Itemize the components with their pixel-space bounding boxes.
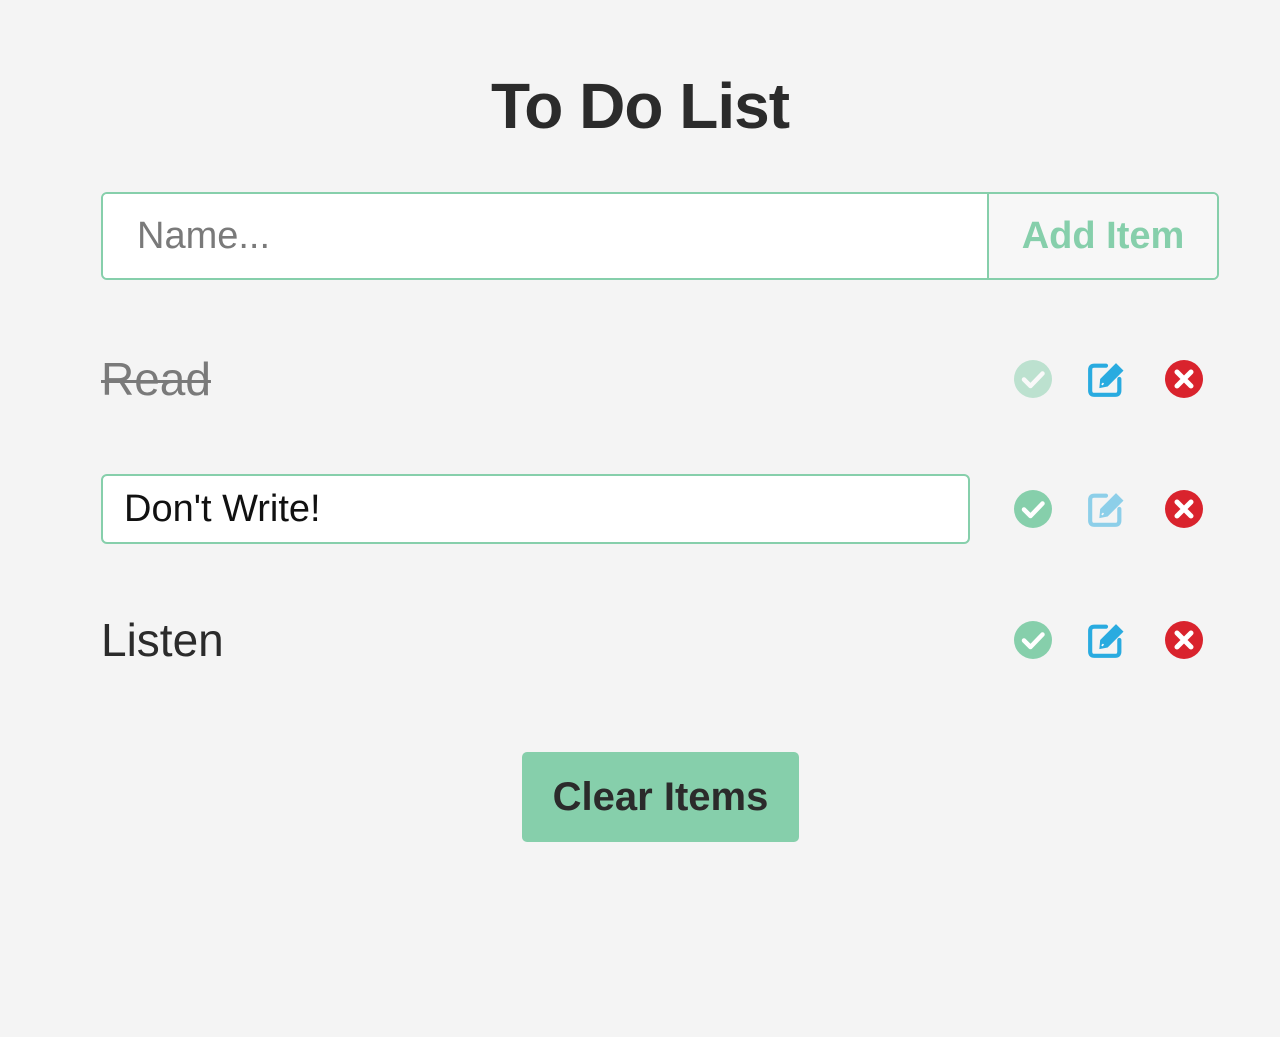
add-item-form: Add Item [101, 192, 1219, 280]
close-circle-icon[interactable] [1164, 489, 1204, 529]
clear-items-button[interactable]: Clear Items [522, 752, 799, 842]
todo-item-write [101, 469, 1221, 549]
edit-icon[interactable] [1086, 489, 1126, 529]
todo-item-read: Read [101, 339, 1221, 419]
close-circle-icon[interactable] [1164, 620, 1204, 660]
item-edit-input[interactable] [101, 474, 970, 544]
todo-item-listen: Listen [101, 600, 1221, 680]
page-title: To Do List [490, 70, 790, 142]
item-name-input[interactable] [103, 194, 987, 278]
close-circle-icon[interactable] [1164, 359, 1204, 399]
edit-icon[interactable] [1086, 359, 1126, 399]
edit-icon[interactable] [1086, 620, 1126, 660]
check-circle-icon[interactable] [1013, 359, 1053, 399]
check-circle-icon[interactable] [1013, 489, 1053, 529]
check-circle-icon[interactable] [1013, 620, 1053, 660]
item-text: Read [101, 353, 211, 405]
add-item-button[interactable]: Add Item [987, 194, 1217, 278]
item-text: Listen [101, 614, 224, 666]
